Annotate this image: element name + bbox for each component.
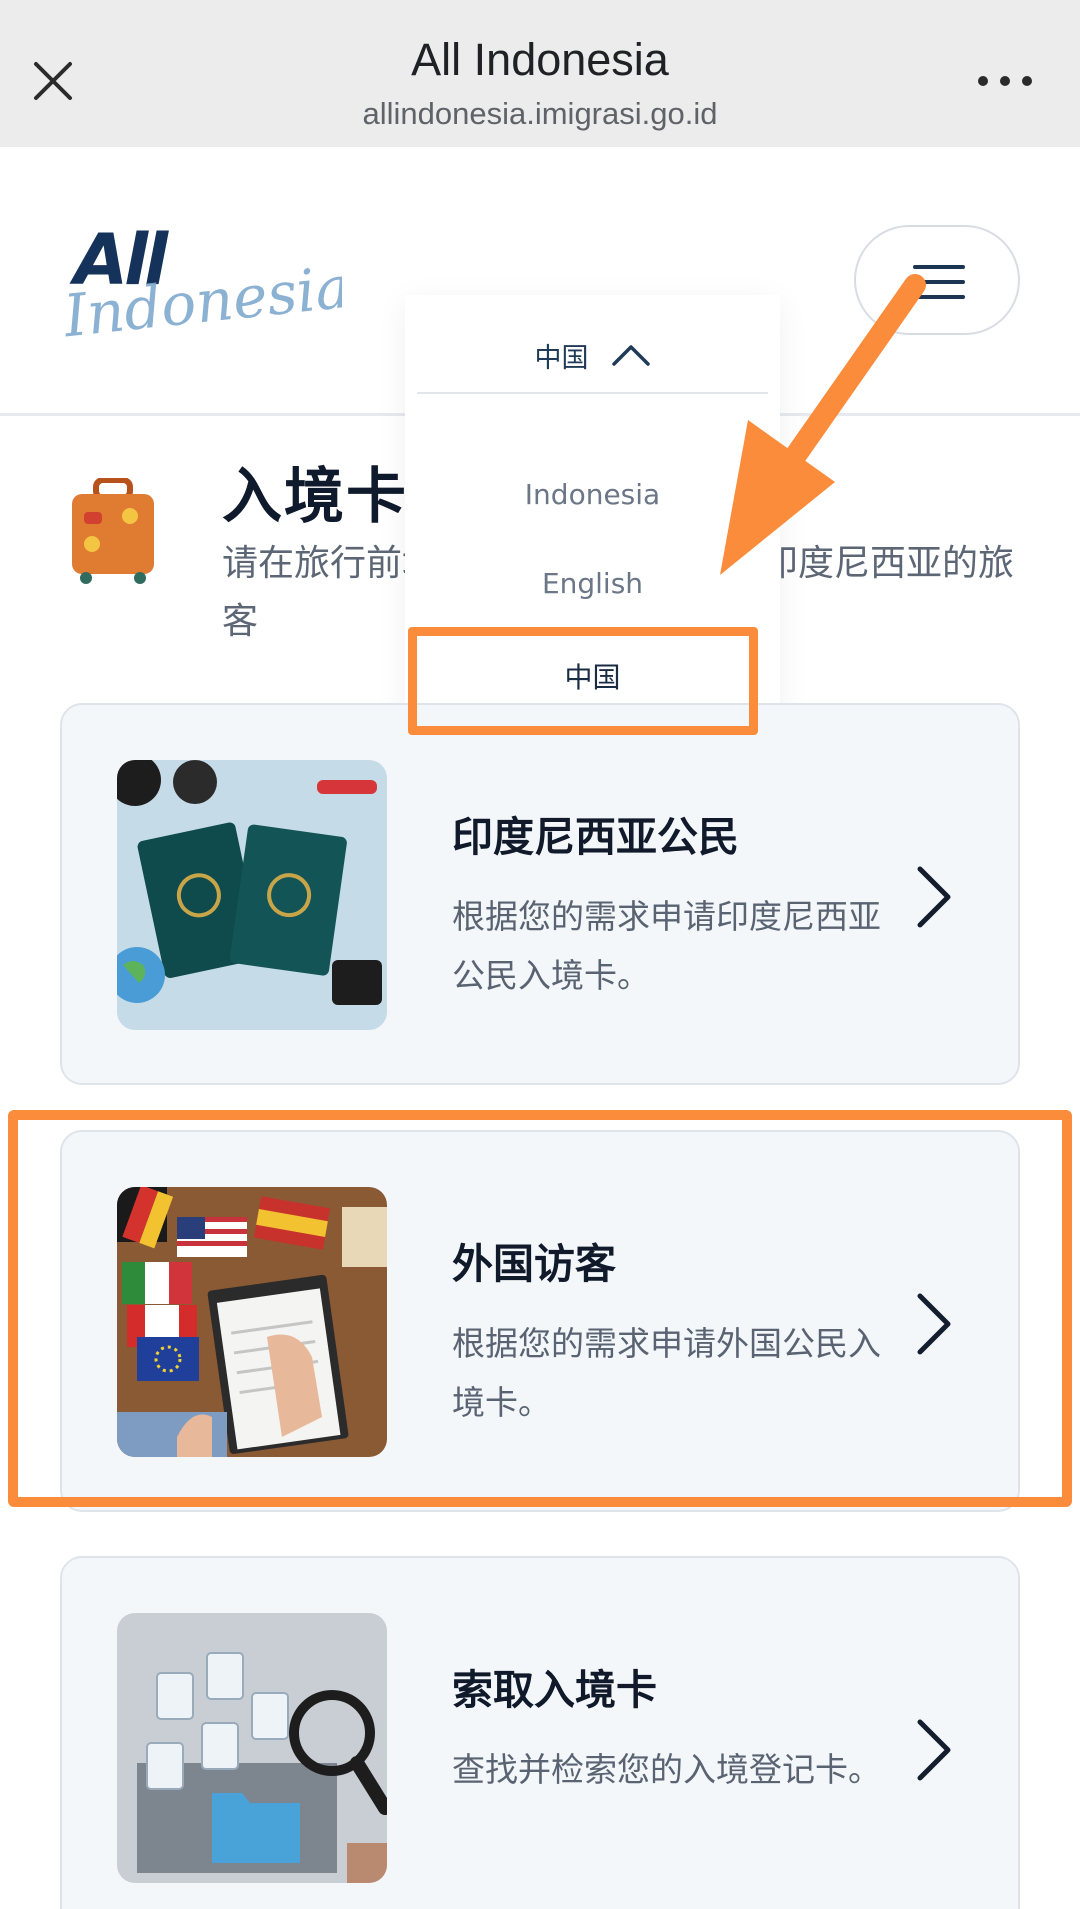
annotation-highlight-language [408,627,758,735]
suitcase-icon [70,477,156,588]
more-horizontal-icon [978,76,1032,86]
card-title: 索取入境卡 [452,1666,657,1714]
card-retrieve-entry-card[interactable]: 索取入境卡 查找并检索您的入境登记卡。 [60,1556,1020,1909]
section-title: 入境卡 [222,462,408,532]
site-logo[interactable]: All Indonesia [60,212,353,350]
page: All Indonesia allindonesia.imigrasi.go.i… [0,0,1080,1909]
more-options-button[interactable] [975,66,1035,96]
browser-top-bar: All Indonesia allindonesia.imigrasi.go.i… [0,0,1080,147]
document-search-image [117,1613,387,1883]
passport-image [117,760,387,1030]
chevron-right-icon [917,1719,951,1781]
current-language-label: 中国 [534,342,589,374]
chevron-up-icon [611,345,650,366]
chevron-right-icon [917,866,951,928]
card-description: 查找并检索您的入境登记卡。 [452,1750,881,1789]
card-title: 印度尼西亚公民 [452,813,739,861]
card-description: 根据您的需求申请印度尼西亚公民入境卡。 [452,897,881,995]
browser-page-title: All Indonesia [411,34,669,85]
browser-url: allindonesia.imigrasi.go.id [362,96,718,131]
card-indonesian-citizen[interactable]: 印度尼西亚公民 根据您的需求申请印度尼西亚公民入境卡。 [60,703,1020,1085]
annotation-highlight-card [8,1110,1072,1507]
annotation-arrow-icon [720,274,926,575]
